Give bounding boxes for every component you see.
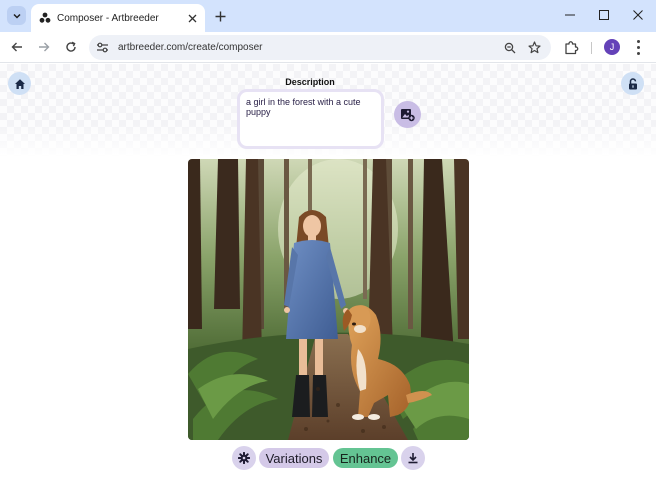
forward-button[interactable] xyxy=(34,37,54,57)
gear-icon xyxy=(238,452,250,464)
tab-title: Composer - Artbreeder xyxy=(57,12,159,24)
toolbar-divider xyxy=(591,42,592,54)
description-text[interactable]: a girl in the forest with a cute puppy xyxy=(246,97,375,117)
variations-button[interactable]: Variations xyxy=(259,448,329,468)
home-button[interactable] xyxy=(8,72,31,95)
description-label: Description xyxy=(285,77,335,87)
new-tab-button[interactable] xyxy=(210,6,230,26)
close-icon xyxy=(188,14,196,22)
zoom-icon xyxy=(504,42,515,53)
reload-button[interactable] xyxy=(61,37,81,57)
back-button[interactable] xyxy=(7,37,27,57)
home-icon xyxy=(14,78,25,89)
close-icon xyxy=(633,10,643,20)
composer-page: Description a girl in the forest with a … xyxy=(0,64,656,477)
window-maximize-button[interactable] xyxy=(587,0,621,30)
unlock-icon xyxy=(628,77,637,89)
zoom-button[interactable] xyxy=(501,39,518,56)
description-input[interactable]: a girl in the forest with a cute puppy xyxy=(237,89,384,149)
address-bar[interactable]: artbreeder.com/create/composer xyxy=(89,35,551,60)
minimize-icon xyxy=(565,14,575,16)
window-close-button[interactable] xyxy=(621,0,655,30)
settings-button[interactable] xyxy=(232,446,256,470)
more-vert-icon[interactable] xyxy=(631,39,645,56)
browser-tab-strip: Composer - Artbreeder xyxy=(0,0,656,32)
maximize-icon xyxy=(599,10,609,20)
tune-icon[interactable] xyxy=(96,41,109,54)
lock-button[interactable] xyxy=(621,72,644,95)
reload-icon xyxy=(66,41,76,52)
bookmark-button[interactable] xyxy=(526,39,543,56)
arrow-right-icon xyxy=(39,42,50,52)
url-text[interactable]: artbreeder.com/create/composer xyxy=(118,42,263,53)
star-icon xyxy=(528,41,541,54)
puzzle-icon[interactable] xyxy=(563,39,580,56)
tab-search-button[interactable] xyxy=(7,6,26,25)
profile-avatar[interactable]: J xyxy=(604,39,620,55)
browser-tab-active[interactable]: Composer - Artbreeder xyxy=(31,4,205,32)
forest-girl-puppy-image xyxy=(188,159,469,440)
generated-image[interactable] xyxy=(188,159,469,440)
arrow-left-icon xyxy=(11,42,22,52)
artbreeder-logo-icon xyxy=(39,12,51,23)
tab-close-button[interactable] xyxy=(183,9,201,27)
chevron-down-icon xyxy=(12,13,21,19)
plus-icon xyxy=(215,11,225,21)
browser-toolbar: artbreeder.com/create/composer J xyxy=(0,32,656,63)
enhance-button[interactable]: Enhance xyxy=(333,448,398,468)
add-image-icon xyxy=(401,109,415,122)
window-minimize-button[interactable] xyxy=(553,0,587,30)
download-icon xyxy=(408,453,418,464)
download-button[interactable] xyxy=(401,446,425,470)
add-image-button[interactable] xyxy=(394,101,421,128)
